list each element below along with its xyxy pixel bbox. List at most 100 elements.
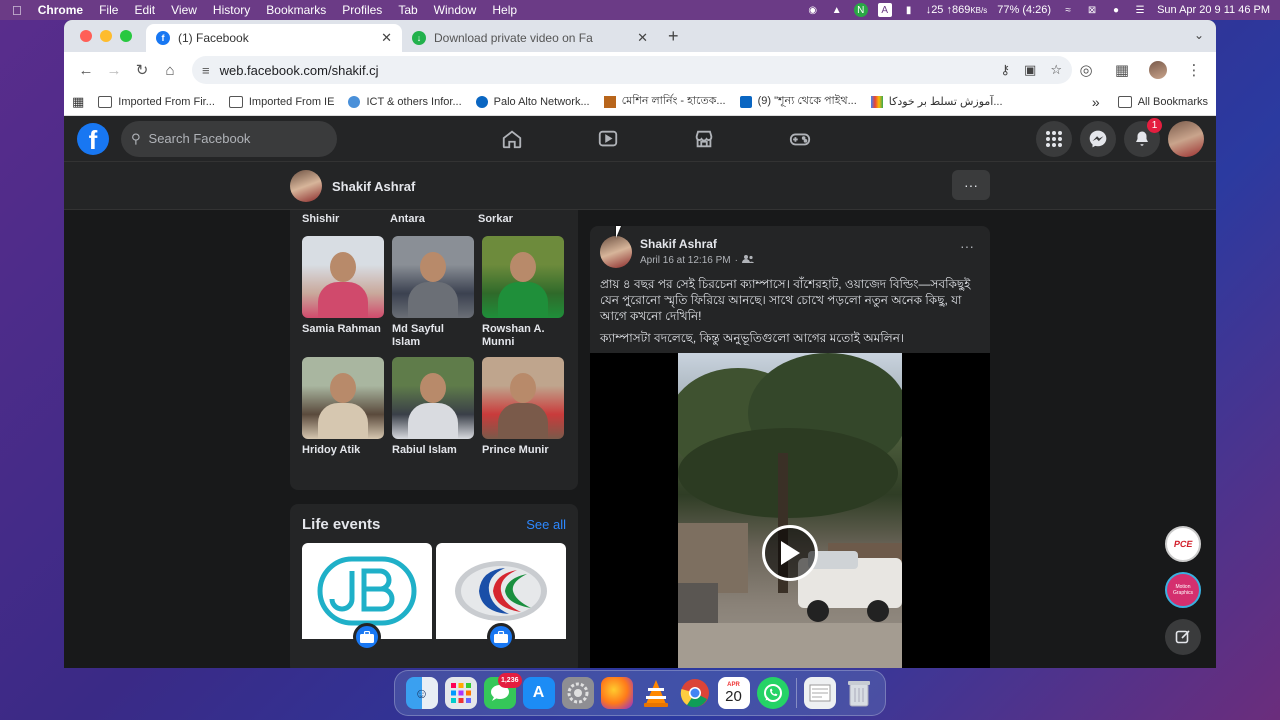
friend-item[interactable]: Rabiul Islam	[392, 357, 474, 470]
friend-item[interactable]: Samia Rahman	[302, 236, 384, 349]
wifi-icon[interactable]: ≈	[1061, 3, 1075, 17]
floating-chat-motion[interactable]: Motion Graphics	[1165, 572, 1201, 608]
zoom-window-button[interactable]	[120, 30, 132, 42]
menu-help[interactable]: Help	[492, 3, 517, 17]
install-app-icon[interactable]: ▣	[1024, 62, 1036, 78]
menubar-clock[interactable]: Sun Apr 20 9 11 46 PM	[1157, 4, 1270, 16]
menu-grid-icon[interactable]	[1036, 120, 1072, 157]
bookmark-machine-learning[interactable]: মেশিন লার্নিং - হাতেক...	[603, 92, 726, 111]
menu-app-name[interactable]: Chrome	[38, 3, 83, 17]
menu-history[interactable]: History	[213, 3, 250, 17]
friend-photo[interactable]	[392, 236, 474, 318]
bookmark-ict[interactable]: ICT & others Infor...	[348, 95, 462, 108]
account-avatar[interactable]	[1168, 120, 1204, 157]
tab-search-chevron-icon[interactable]: ⌄	[1194, 28, 1204, 42]
friend-name[interactable]: Antara	[390, 210, 478, 236]
trash-icon[interactable]	[843, 677, 875, 709]
friend-name[interactable]: Rabiul Islam	[392, 444, 474, 470]
apple-icon[interactable]: 	[12, 3, 22, 18]
menu-tab[interactable]: Tab	[398, 3, 417, 17]
life-event-jb-logo[interactable]	[302, 543, 432, 651]
back-icon[interactable]: ←	[72, 56, 100, 84]
menu-file[interactable]: File	[99, 3, 118, 17]
close-window-button[interactable]	[80, 30, 92, 42]
friend-photo[interactable]	[302, 236, 384, 318]
launchpad-icon[interactable]	[444, 677, 477, 709]
text-a-icon[interactable]: A	[877, 3, 892, 17]
search-input[interactable]	[148, 131, 319, 146]
new-tab-icon[interactable]: +	[668, 26, 679, 47]
bookmark-folder-2[interactable]: Imported From IE	[228, 95, 334, 108]
friend-item[interactable]: Prince Munir	[482, 357, 564, 470]
site-settings-icon[interactable]: ≡	[202, 63, 210, 78]
close-tab-icon[interactable]: ✕	[381, 30, 392, 46]
tab-download-video[interactable]: ↓ Download private video on Fa ✕	[402, 24, 658, 52]
friend-photo[interactable]	[482, 236, 564, 318]
friend-name[interactable]: Sorkar	[478, 210, 566, 236]
profile-name[interactable]: Shakif Ashraf	[332, 179, 415, 194]
messenger-icon[interactable]	[1080, 120, 1116, 157]
profile-avatar[interactable]	[290, 170, 322, 202]
post-author-avatar[interactable]	[600, 236, 632, 268]
bookmark-palo-alto[interactable]: Palo Alto Network...	[475, 95, 590, 108]
friend-name[interactable]: Rowshan A. Munni	[482, 323, 564, 349]
password-key-icon[interactable]: ⚷	[1001, 62, 1011, 78]
friend-name[interactable]: Samia Rahman	[302, 323, 384, 349]
friend-item[interactable]: Hridoy Atik	[302, 357, 384, 470]
minimize-window-button[interactable]	[100, 30, 112, 42]
all-bookmarks-button[interactable]: All Bookmarks	[1117, 95, 1208, 108]
address-bar[interactable]: ≡ web.facebook.com/shakif.cj ⚷ ▣ ☆	[192, 56, 1072, 84]
profile-avatar-icon[interactable]	[1144, 56, 1172, 84]
recent-document-icon[interactable]	[803, 677, 836, 709]
marketplace-nav-icon[interactable]	[656, 116, 752, 162]
battery-small-icon[interactable]: ▮	[902, 3, 916, 17]
bookmark-persian[interactable]: آموزش تسلط بر خودکا...	[870, 95, 1003, 108]
whatsapp-icon[interactable]	[756, 677, 789, 709]
app-n-icon[interactable]: N	[853, 3, 868, 17]
menu-view[interactable]: View	[171, 3, 197, 17]
see-all-link[interactable]: See all	[526, 517, 566, 532]
reload-icon[interactable]: ↻	[128, 56, 156, 84]
extensions-puzzle-icon[interactable]: ▦	[1108, 56, 1136, 84]
friend-name[interactable]: Hridoy Atik	[302, 444, 384, 470]
life-event-company-logo[interactable]	[436, 543, 566, 651]
chrome-menu-icon[interactable]: ⋮	[1180, 56, 1208, 84]
friend-item[interactable]: Rowshan A. Munni	[482, 236, 564, 349]
forward-icon[interactable]: →	[100, 56, 128, 84]
friend-name[interactable]: Prince Munir	[482, 444, 564, 470]
play-video-button[interactable]	[762, 525, 818, 581]
notification-icon[interactable]: ●	[1109, 3, 1123, 17]
menu-window[interactable]: Window	[434, 3, 477, 17]
apps-grid-icon[interactable]: ▦	[72, 94, 84, 110]
finder-icon[interactable]: ☺	[405, 677, 438, 709]
extension-globe-icon[interactable]: ◎	[1072, 56, 1100, 84]
control-center-icon[interactable]: ☰	[1133, 3, 1147, 17]
post-more-button[interactable]: ···	[960, 238, 974, 254]
home-nav-icon[interactable]	[464, 116, 560, 162]
gaming-nav-icon[interactable]	[752, 116, 848, 162]
video-nav-icon[interactable]	[560, 116, 656, 162]
bookmarks-overflow-icon[interactable]: »	[1092, 94, 1100, 110]
facebook-logo[interactable]: f	[77, 122, 109, 155]
bookmark-folder-1[interactable]: Imported From Fir...	[98, 95, 215, 108]
chrome-dock-icon[interactable]	[679, 677, 711, 709]
friend-photo[interactable]	[392, 357, 474, 439]
friend-name[interactable]: Shishir	[302, 210, 390, 236]
bookmark-star-icon[interactable]: ☆	[1050, 62, 1062, 78]
friend-photo[interactable]	[302, 357, 384, 439]
vlc-icon[interactable]	[640, 677, 672, 709]
calendar-icon[interactable]: APR 20	[717, 677, 750, 709]
system-settings-icon[interactable]	[561, 677, 594, 709]
vlc-menubar-icon[interactable]: ▲	[830, 3, 844, 17]
friend-photo[interactable]	[482, 357, 564, 439]
facebook-search[interactable]: ⚲	[121, 120, 337, 157]
video-frame[interactable]	[678, 353, 902, 668]
menu-edit[interactable]: Edit	[134, 3, 155, 17]
menu-profiles[interactable]: Profiles	[342, 3, 382, 17]
new-message-button[interactable]	[1165, 619, 1201, 655]
address-url[interactable]: web.facebook.com/shakif.cj	[220, 63, 987, 78]
home-icon[interactable]: ⌂	[156, 56, 184, 84]
notifications-bell-icon[interactable]: 1	[1124, 117, 1162, 157]
profile-more-button[interactable]: ···	[952, 170, 990, 200]
app-store-icon[interactable]: A	[522, 677, 555, 709]
